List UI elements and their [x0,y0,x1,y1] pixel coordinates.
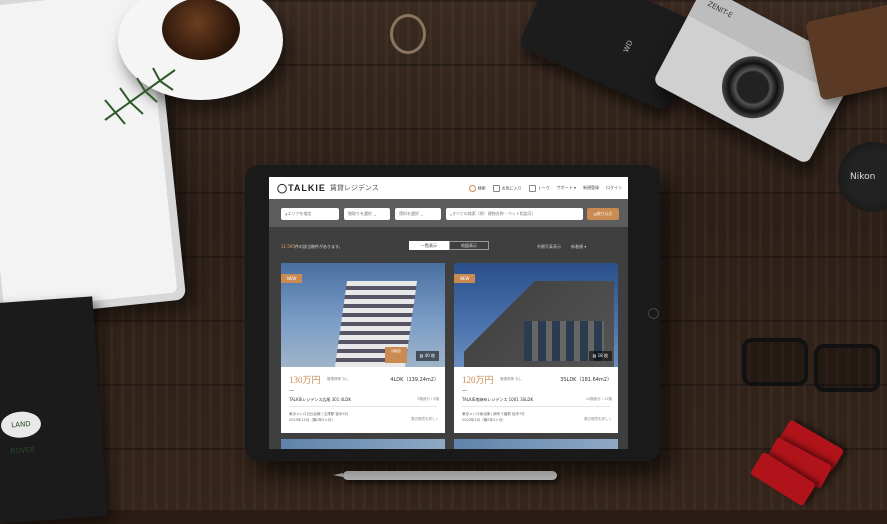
black-notebook: LAND ROVER [0,296,108,524]
logo-text: TALKIE [288,182,326,193]
build-date: 2019年12月（築0年5ヶ月） [289,418,335,422]
sort-select[interactable]: 新着順 ▾ [571,244,586,250]
home-button[interactable] [648,308,659,319]
area-select[interactable]: ⌾ エリアを指定 [281,208,339,220]
photo-count-text: 18 枚 [597,353,608,358]
nav-label: お気に入り [501,185,522,190]
nav-support[interactable]: サポート ▾ [557,185,576,191]
tablet: ◯TALKIE 賃貸レジデンス 検索 お気に入り トーク サポート ▾ 新規登録… [245,165,660,461]
new-tag: NEW [454,274,476,283]
stylus-pencil [333,471,557,480]
car-badge: LAND ROVER [0,410,42,455]
chevron-down-icon: ⌄ [420,211,424,217]
next-card-peek[interactable] [281,439,445,449]
result-count: 11,595件の該当物件があります。 [281,244,343,250]
filter-label: 絞り込む [596,211,613,216]
nav-label: 検索 [477,185,486,190]
heart-icon [492,184,500,192]
nav-login[interactable]: ログイン [606,185,622,191]
view-toggle: 一覧表示 地図表示 [409,241,489,250]
search-icon [468,184,476,192]
property-address: 東京メトロ日比谷線 / 広尾駅 徒歩5分 2019年12月（築0年5ヶ月） [289,411,348,423]
nav-search[interactable]: 検索 [468,184,486,192]
price-note: 管理費等 なし [500,377,523,381]
detail-link[interactable]: 周辺環境を詳しく [584,417,612,422]
property-name[interactable]: TALKIE南麻布レジデンス 1001 3SLDK [462,397,533,403]
keyring-icon [390,14,426,54]
tablet-screen: ◯TALKIE 賃貸レジデンス 検索 お気に入り トーク サポート ▾ 新規登録… [269,177,628,449]
keyword-placeholder: すべての検索（例：建物名称・ペット相談可） [452,211,536,216]
new-tag: NEW [281,274,303,283]
search-bar: ⌾ エリアを指定 間取りを選択 ⌄ 賃料を選択 ⌄ ⌕ すべての検索（例：建物名… [269,199,628,227]
property-photo[interactable]: NEW ▨ 18 枚 [454,263,618,367]
hdd-brand: WD [622,39,635,54]
price-note: 管理費等 なし [327,377,350,381]
price: 130万円 [289,375,321,385]
photo-count[interactable]: ▨ 18 枚 [588,351,612,361]
camera-brand: ZENIT-E [706,0,734,20]
pine-branch-icon [104,67,176,125]
floorplan-badge[interactable]: 間取図 [385,347,407,363]
app-logo[interactable]: ◯TALKIE [277,183,326,194]
chevron-down-icon: ⌄ [373,211,377,217]
nav-label: トーク [537,185,550,190]
app-header: ◯TALKIE 賃貸レジデンス 検索 お気に入り トーク サポート ▾ 新規登録… [269,177,628,199]
lens-cap-brand: Nikon [850,172,876,182]
build-date: 2020年2月（築0年3ヶ月） [462,418,506,422]
property-name[interactable]: TALKIEレジデンス広尾 301 4LDK [289,397,351,403]
count-suffix: 件の該当物件があります。 [295,244,343,249]
divider [462,406,610,407]
photo-display-toggle[interactable]: 外観写真表示 [537,244,561,250]
layout-size: 4LDK（139.24m2） [390,377,439,383]
logo-subtitle: 賃貸レジデンス [329,184,379,192]
detail-link[interactable]: 周辺環境を詳しく [411,417,439,422]
dash: — [289,388,294,394]
area-placeholder: エリアを指定 [287,211,312,216]
dash: — [462,388,467,394]
property-photo[interactable]: NEW 間取図 ▨ 40 枚 [281,263,445,367]
property-floor: 10階部分 / 11階 [585,397,612,401]
list-view-button[interactable]: 一覧表示 [409,241,449,250]
property-card[interactable]: NEW ▨ 18 枚 120万円 管理費等 なし 3SLDK（181.64m2）… [454,263,618,433]
property-card[interactable]: NEW 間取図 ▨ 40 枚 130万円 管理費等 なし 4LDK（139.24… [281,263,445,433]
glasses-icon [742,330,882,392]
layout-placeholder: 間取りを選択 [348,211,372,216]
photo-count[interactable]: ▨ 40 枚 [415,351,439,361]
next-card-peek[interactable] [454,439,618,449]
rent-placeholder: 賃料を選択 [399,211,419,216]
map-view-button[interactable]: 地図表示 [449,241,489,250]
property-address: 東京メトロ南北線 / 麻布十番駅 徒歩7分 2020年2月（築0年3ヶ月） [462,411,525,423]
chat-icon [528,184,536,192]
property-floor: 3階部分 / 5階 [417,397,439,401]
rent-select[interactable]: 賃料を選択 ⌄ [395,208,441,220]
layout-select[interactable]: 間取りを選択 ⌄ [344,208,390,220]
filter-button[interactable]: ☰ 絞り込む [587,208,619,220]
layout-size: 3SLDK（181.64m2） [560,377,612,383]
nav-talk[interactable]: トーク [528,184,550,192]
main-nav: 検索 お気に入り トーク サポート ▾ 新規登録 ログイン [468,184,622,192]
count-number: 11,595 [281,244,295,249]
sort-controls: 外観写真表示 新着順 ▾ [537,244,586,250]
nav-favorites[interactable]: お気に入り [492,184,522,192]
photo-count-text: 40 枚 [424,353,435,358]
keyword-input[interactable]: ⌕ すべての検索（例：建物名称・ペット相談可） [446,208,583,220]
nav-register[interactable]: 新規登録 [583,185,599,191]
divider [289,406,437,407]
price: 120万円 [462,375,494,385]
